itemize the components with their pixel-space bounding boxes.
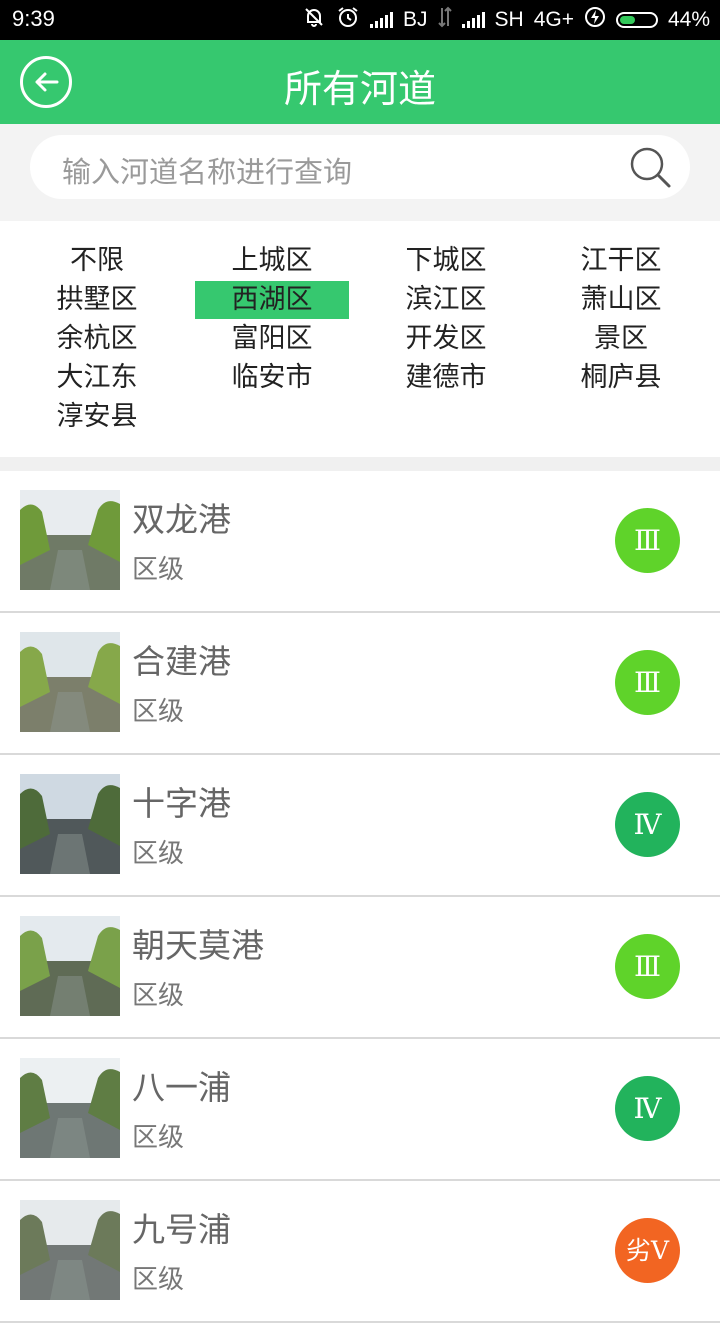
divider (0, 457, 720, 471)
river-name: 九号浦 (132, 1210, 231, 1249)
river-thumbnail (20, 1058, 120, 1158)
district-option[interactable]: 拱墅区 (20, 281, 174, 319)
battery-percent: 44% (667, 8, 710, 31)
district-option[interactable]: 滨江区 (369, 281, 523, 319)
carrier-bj: BJ (402, 8, 428, 31)
district-option[interactable]: 开发区 (369, 320, 523, 358)
river-list-item[interactable]: 八一浦区级 Ⅳ (0, 1039, 720, 1181)
network-type: 4G+ (533, 8, 574, 31)
river-list-item[interactable]: 十字港区级 Ⅳ (0, 755, 720, 897)
river-level: 区级 (132, 839, 185, 869)
district-option[interactable]: 临安市 (195, 359, 349, 397)
district-option[interactable]: 不限 (20, 242, 174, 280)
data-icon (437, 6, 452, 34)
district-option[interactable]: 淳安县 (20, 398, 174, 436)
river-thumbnail (20, 916, 120, 1016)
district-option[interactable]: 上城区 (195, 242, 349, 280)
status-time: 9:39 (12, 6, 55, 31)
search-icon[interactable] (628, 145, 672, 193)
river-level: 区级 (132, 1265, 185, 1295)
district-option[interactable]: 富阳区 (195, 320, 349, 358)
water-grade-badge: 劣Ⅴ (615, 1218, 680, 1283)
district-option[interactable]: 下城区 (369, 242, 523, 280)
mute-icon (302, 5, 326, 35)
water-grade-badge: Ⅳ (615, 1076, 680, 1141)
district-option[interactable]: 余杭区 (20, 320, 174, 358)
river-level: 区级 (132, 1123, 185, 1153)
water-grade-badge: Ⅲ (615, 508, 680, 573)
river-name: 朝天莫港 (132, 926, 264, 965)
river-name: 十字港 (132, 784, 231, 823)
signal-icon (369, 12, 393, 28)
river-thumbnail (20, 632, 120, 732)
river-name: 合建港 (132, 642, 231, 681)
carrier-sh: SH (494, 8, 524, 31)
river-list-item[interactable]: 合建港区级 Ⅲ (0, 613, 720, 755)
river-thumbnail (20, 774, 120, 874)
district-filter: 不限 上城区 下城区 江干区拱墅区 西湖区 滨江区 萧山区余杭区 富阳区 开发区 景区大江东 临安市… (0, 221, 720, 457)
river-thumbnail (20, 1200, 120, 1300)
search-input[interactable]: 输入河道名称进行查询 (30, 135, 690, 199)
page-title: 所有河道 (283, 67, 436, 111)
district-option[interactable]: 萧山区 (544, 281, 698, 319)
district-option[interactable]: 桐庐县 (544, 359, 698, 397)
charging-icon (584, 6, 606, 34)
river-name: 双龙港 (132, 500, 231, 539)
battery-icon (615, 12, 658, 28)
district-option[interactable]: 江干区 (544, 242, 698, 280)
search-area: 输入河道名称进行查询 (0, 124, 720, 221)
river-name: 八一浦 (132, 1068, 231, 1107)
water-grade-badge: Ⅲ (615, 650, 680, 715)
district-option[interactable]: 景区 (544, 320, 698, 358)
water-grade-badge: Ⅳ (615, 792, 680, 857)
river-thumbnail (20, 490, 120, 590)
search-placeholder: 输入河道名称进行查询 (62, 155, 353, 189)
signal-icon (461, 12, 485, 28)
river-list-item[interactable]: 双龙港区级 Ⅲ (0, 471, 720, 613)
status-bar: 9:39 BJ SH 4G+ 44% (0, 0, 720, 40)
river-level: 区级 (132, 697, 185, 727)
river-level: 区级 (132, 555, 185, 585)
app-header: 所有河道 (0, 40, 720, 124)
district-option[interactable]: 西湖区 (195, 281, 349, 319)
alarm-icon (336, 5, 360, 35)
water-grade-badge: Ⅲ (615, 934, 680, 999)
district-option[interactable]: 建德市 (369, 359, 523, 397)
river-level: 区级 (132, 981, 185, 1011)
river-list-item[interactable]: 朝天莫港区级 Ⅲ (0, 897, 720, 1039)
river-list-item[interactable]: 九号浦区级 劣Ⅴ (0, 1181, 720, 1323)
district-option[interactable]: 大江东 (20, 359, 174, 397)
